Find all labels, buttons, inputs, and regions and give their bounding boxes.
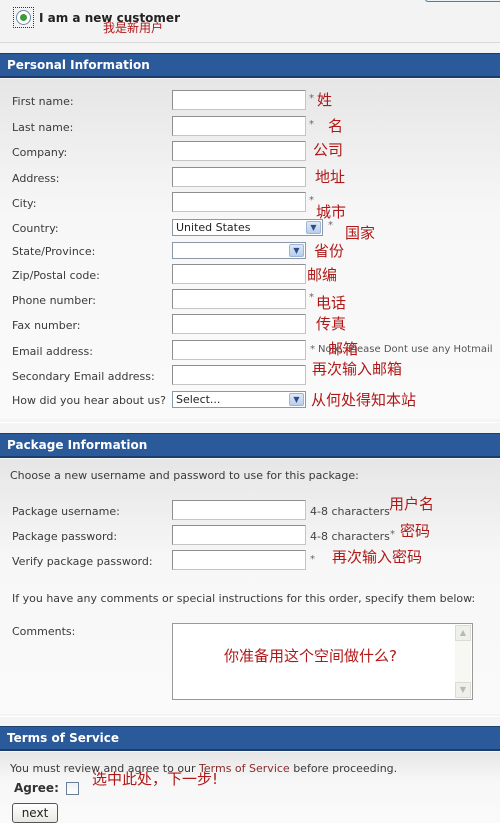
package-username-label: Package username:	[12, 505, 120, 518]
state-label: State/Province:	[12, 245, 96, 258]
verify-password-label: Verify package password:	[12, 555, 153, 568]
fax-label: Fax number:	[12, 319, 81, 332]
state-select[interactable]: ▼	[172, 242, 306, 259]
verify-password-input[interactable]	[172, 550, 306, 570]
secondary-email-label: Secondary Email address:	[12, 370, 155, 383]
package-password-required: *	[390, 529, 395, 540]
zip-label: Zip/Postal code:	[12, 269, 100, 282]
address-input[interactable]	[172, 167, 306, 187]
top-right-panel-edge	[425, 0, 500, 2]
annotation-country: 国家	[345, 224, 376, 242]
email-input[interactable]	[172, 340, 306, 360]
first-name-input[interactable]	[172, 90, 306, 110]
referral-label: How did you hear about us?	[12, 394, 166, 407]
chevron-down-icon[interactable]: ▼	[306, 221, 321, 234]
city-input[interactable]	[172, 192, 306, 212]
personal-info-header: Personal Information	[0, 53, 500, 78]
package-username-hint: 4-8 characters	[310, 505, 390, 518]
referral-select-value: Select...	[176, 393, 221, 406]
annotation-address: 地址	[315, 168, 346, 186]
package-info-header: Package Information	[0, 433, 500, 458]
agree-checkbox[interactable]	[66, 782, 79, 795]
annotation-company: 公司	[313, 141, 344, 159]
agree-label: Agree:	[14, 781, 59, 795]
package-password-hint: 4-8 characters	[310, 530, 390, 543]
annotation-last-name: 名	[328, 117, 344, 135]
last-name-required: *	[309, 119, 314, 130]
country-select[interactable]: United States ▼	[172, 219, 323, 236]
annotation-verify-password: 再次输入密码	[332, 548, 423, 566]
section-divider	[0, 716, 500, 717]
scroll-up-icon[interactable]: ▲	[455, 625, 471, 641]
new-customer-radio[interactable]	[16, 10, 31, 25]
company-input[interactable]	[172, 141, 306, 161]
phone-input[interactable]	[172, 289, 306, 309]
section-divider	[0, 422, 500, 423]
annotation-new-customer: 我是新用户	[103, 21, 164, 35]
annotation-agree: 选中此处，下一步!	[92, 770, 219, 788]
annotation-secondary-email: 再次输入邮箱	[312, 360, 403, 378]
country-required: *	[328, 220, 333, 231]
zip-input[interactable]	[172, 264, 306, 284]
comments-scrollbar[interactable]: ▲ ▼	[455, 625, 471, 698]
package-username-input[interactable]	[172, 500, 306, 520]
email-required: *	[310, 344, 315, 355]
email-label: Email address:	[12, 345, 93, 358]
fax-input[interactable]	[172, 314, 306, 334]
first-name-label: First name:	[12, 95, 74, 108]
last-name-input[interactable]	[172, 116, 306, 136]
package-password-label: Package password:	[12, 530, 118, 543]
phone-label: Phone number:	[12, 294, 97, 307]
first-name-required: *	[309, 93, 314, 104]
package-password-input[interactable]	[172, 525, 306, 545]
city-required: *	[309, 195, 314, 206]
phone-required: *	[309, 292, 314, 303]
annotation-first-name: 姓	[317, 91, 333, 109]
annotation-zip: 邮编	[307, 266, 338, 284]
annotation-comments: 你准备用这个空间做什么?	[224, 647, 397, 665]
country-select-value: United States	[176, 221, 251, 234]
chevron-down-icon[interactable]: ▼	[289, 244, 304, 257]
secondary-email-input[interactable]	[172, 365, 306, 385]
annotation-state: 省份	[314, 242, 345, 260]
terms-text-after: before proceeding.	[289, 762, 398, 775]
terms-header: Terms of Service	[0, 726, 500, 751]
verify-password-required: *	[310, 554, 315, 565]
annotation-package-username: 用户名	[389, 495, 435, 513]
referral-select[interactable]: Select... ▼	[172, 391, 306, 408]
annotation-fax: 传真	[316, 315, 347, 333]
comments-label: Comments:	[12, 625, 76, 638]
next-button[interactable]: next	[12, 803, 58, 823]
address-label: Address:	[12, 172, 60, 185]
chevron-down-icon[interactable]: ▼	[289, 393, 304, 406]
annotation-email: 邮箱	[328, 340, 359, 358]
annotation-package-password: 密码	[400, 522, 431, 540]
package-intro: Choose a new username and password to us…	[10, 469, 359, 482]
scroll-down-icon[interactable]: ▼	[455, 682, 471, 698]
last-name-label: Last name:	[12, 121, 74, 134]
annotation-phone: 电话	[316, 294, 347, 312]
city-label: City:	[12, 197, 37, 210]
company-label: Company:	[12, 146, 68, 159]
comments-intro: If you have any comments or special inst…	[12, 592, 476, 605]
country-label: Country:	[12, 222, 59, 235]
annotation-referral: 从何处得知本站	[311, 391, 417, 409]
